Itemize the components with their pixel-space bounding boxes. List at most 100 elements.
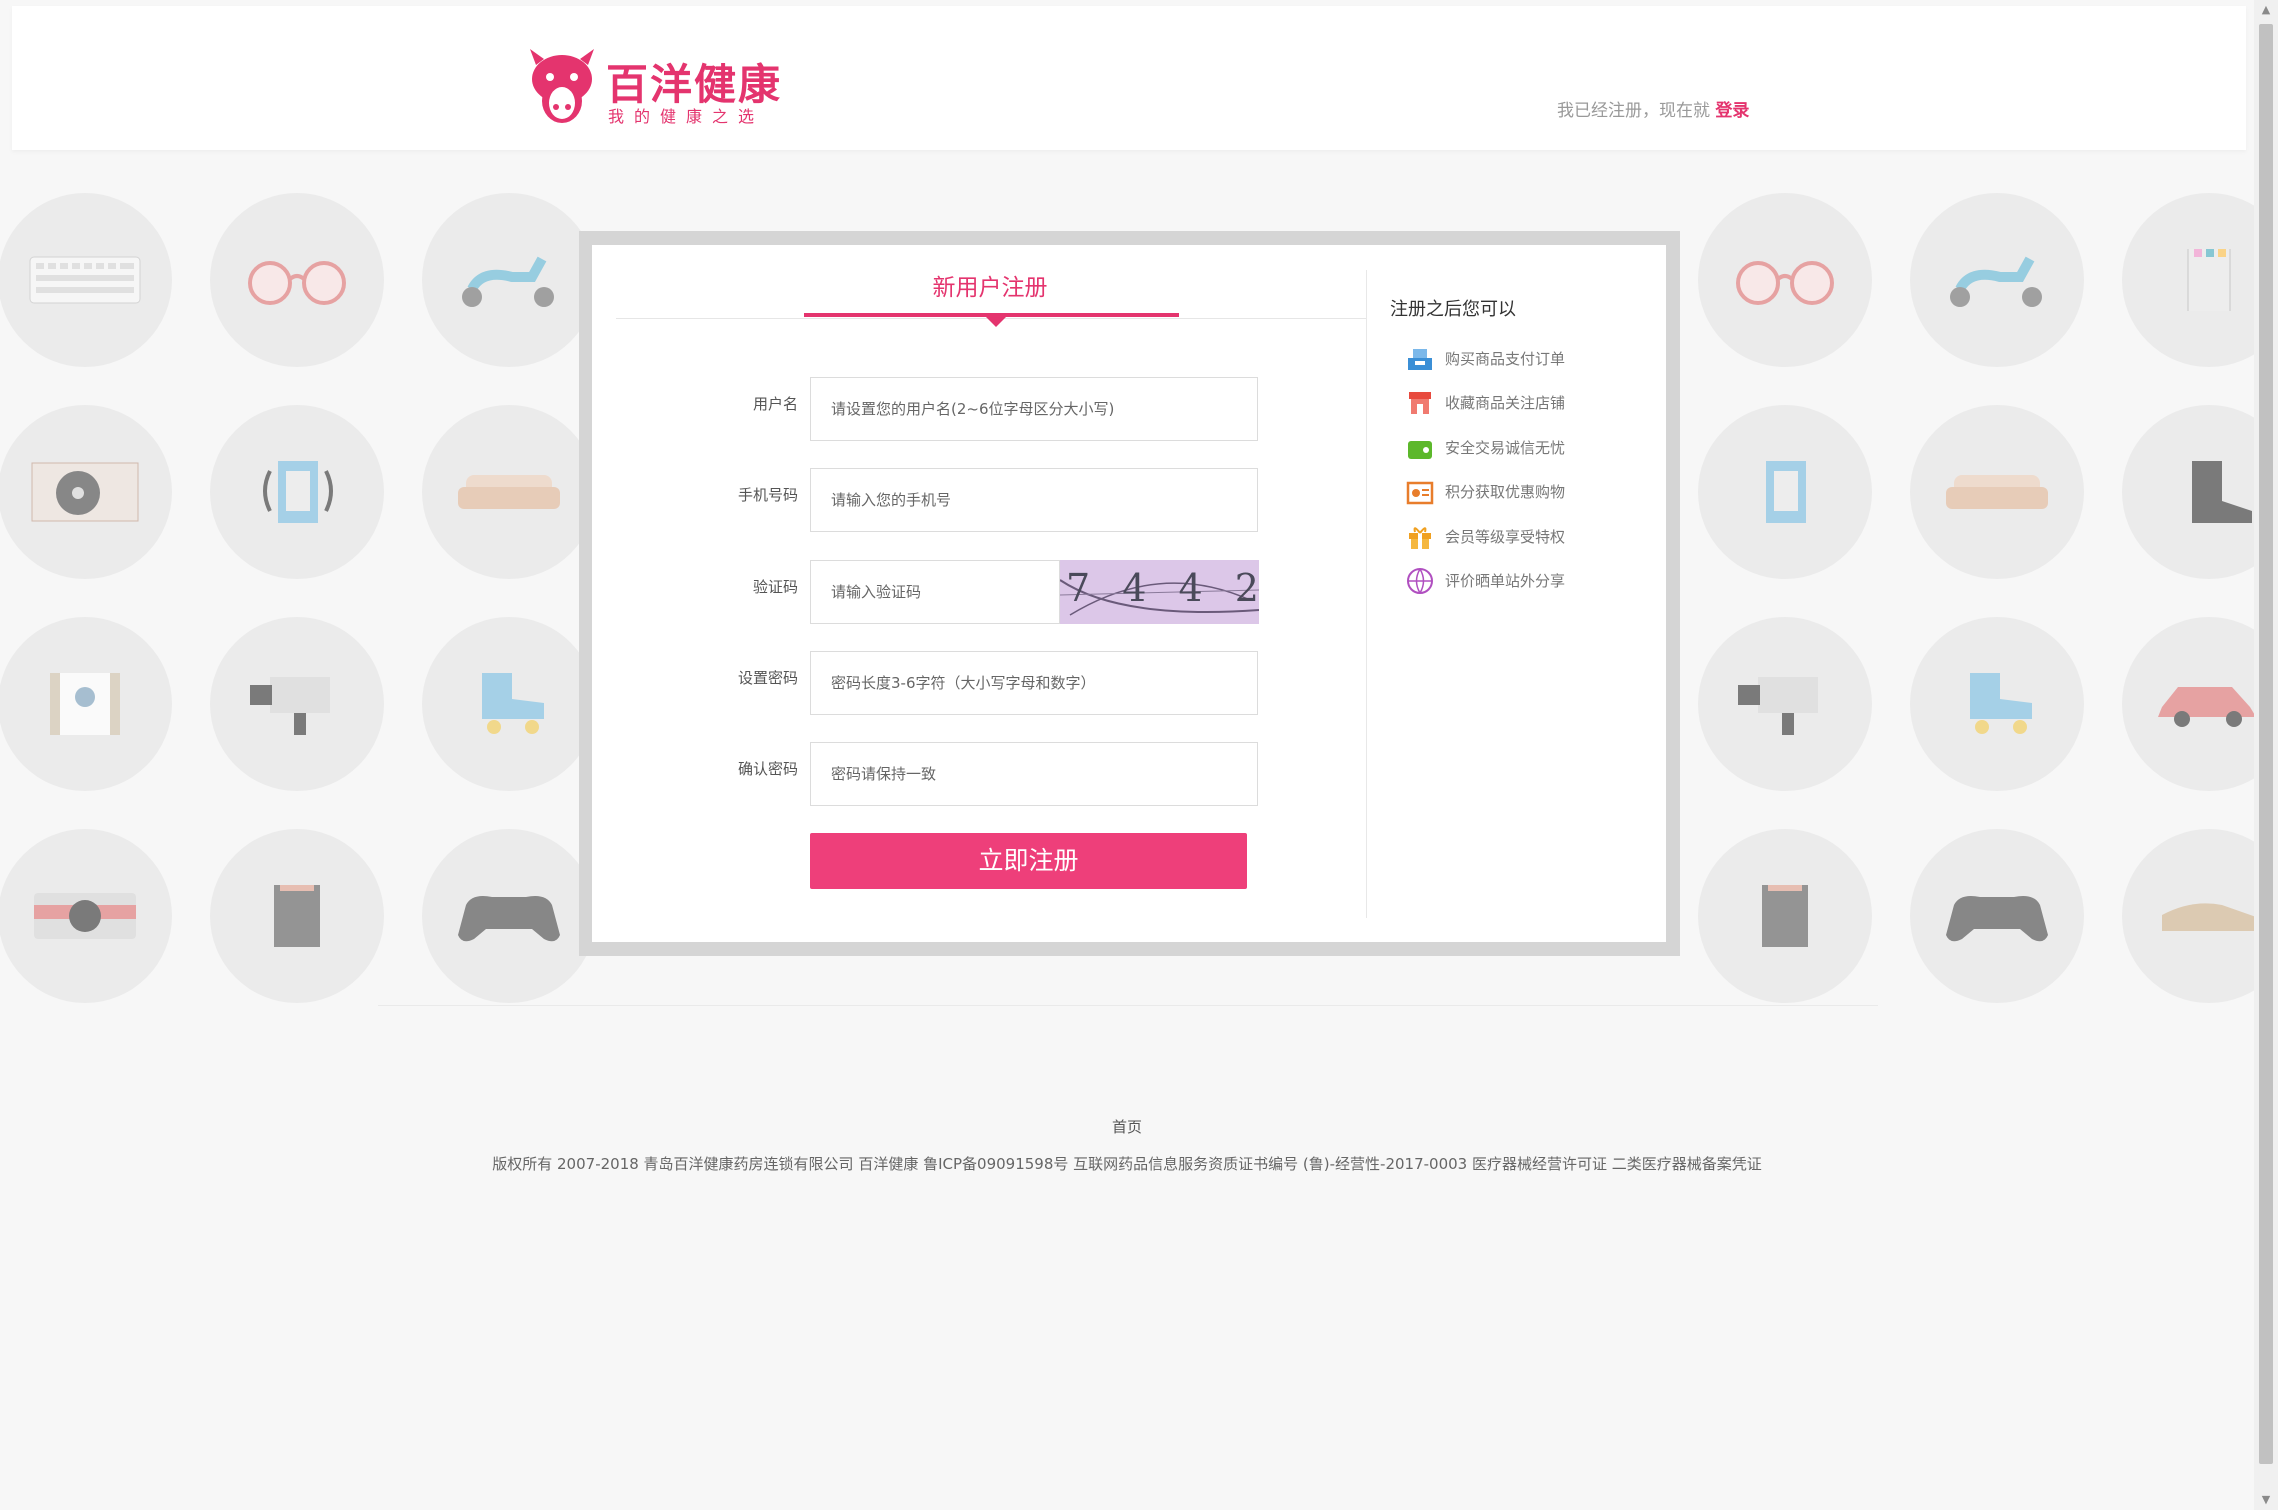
cash-register-icon: [1408, 349, 1432, 370]
brand-logo[interactable]: 百洋健康 我的健康之选: [522, 43, 780, 127]
calculator-icon: [1762, 885, 1808, 947]
bg-car-circle: [2122, 617, 2254, 791]
login-prompt-text: 我已经注册，现在就: [1557, 101, 1710, 121]
bg-keyboard-circle: [0, 193, 172, 367]
car-icon: [2158, 687, 2254, 727]
glasses-icon: [1736, 261, 1834, 305]
benefit-item: 收藏商品关注店铺: [1405, 386, 1625, 420]
bg-sofa-circle-2: [1910, 405, 2084, 579]
scroll-up-arrow-icon[interactable]: ▲: [2254, 0, 2278, 20]
bg-gamepad-circle-2: [1910, 829, 2084, 1003]
bg-scooter-circle: [422, 193, 596, 367]
password-input[interactable]: [811, 652, 1257, 714]
wallet-icon: [1408, 441, 1432, 459]
captcha-label: 验证码: [752, 578, 798, 596]
benefit-item: 购买商品支付订单: [1405, 342, 1625, 376]
phone-row: 手机号码: [680, 468, 1260, 534]
confirm-password-input[interactable]: [811, 743, 1257, 805]
confirm-password-label: 确认密码: [737, 760, 798, 778]
password-row: 设置密码: [680, 651, 1260, 717]
scrollbar-thumb[interactable]: [2259, 24, 2273, 1464]
benefit-label: 安全交易诚信无忧: [1445, 439, 1566, 457]
username-label: 用户名: [752, 395, 798, 413]
bg-glasses-circle-2: [1698, 193, 1872, 367]
sofa-icon: [1946, 475, 2048, 509]
phone-label: 手机号码: [737, 486, 798, 504]
bg-sofa-circle: [422, 405, 596, 579]
roller-skate-icon: [1970, 673, 2032, 734]
roller-skate-icon: [482, 673, 544, 734]
bg-skate-circle-2: [1910, 617, 2084, 791]
bg-scooter-circle-2: [1910, 193, 2084, 367]
walkman-icon: [1766, 461, 1806, 523]
benefit-item: 安全交易诚信无忧: [1405, 431, 1625, 465]
username-row: 用户名: [680, 377, 1260, 443]
benefits-title: 注册之后您可以: [1390, 299, 1516, 320]
benefit-label: 会员等级享受特权: [1445, 528, 1566, 546]
store-icon: [1409, 392, 1431, 414]
footer-copyright: 版权所有 2007-2018 青岛百洋健康药房连锁有限公司 百洋健康 鲁ICP备…: [492, 1155, 1762, 1173]
bg-boot-circle: [2122, 405, 2254, 579]
bg-walkman-circle: [210, 405, 384, 579]
password-label: 设置密码: [737, 669, 798, 687]
calculator-icon: [274, 885, 320, 947]
bg-turntable-circle: [0, 405, 172, 579]
benefit-label: 评价晒单站外分享: [1445, 572, 1566, 590]
boot-icon: [2192, 461, 2252, 523]
register-submit-button[interactable]: 立即注册: [810, 833, 1247, 889]
bg-calculator-circle: [210, 829, 384, 1003]
captcha-image[interactable]: 7 4 4 2: [1060, 560, 1259, 624]
tab-new-user-register[interactable]: 新用户注册: [804, 268, 1176, 302]
shoe-icon: [2162, 903, 2254, 931]
brand-slogan: 我的健康之选: [608, 107, 765, 126]
points-icon: [1406, 481, 1434, 505]
keyboard-icon: [29, 256, 141, 304]
site-header: 百洋健康 我的健康之选 我已经注册，现在就 登录: [12, 6, 2246, 150]
bg-walkman-circle-2: [1698, 405, 1872, 579]
scooter-icon: [1950, 256, 2042, 307]
share-globe-icon: [1407, 568, 1433, 594]
benefit-item: 积分获取优惠购物: [1405, 475, 1625, 509]
bg-camcorder-circle-2: [1698, 617, 1872, 791]
camcorder-icon: [1738, 677, 1818, 735]
username-input-box: [810, 377, 1258, 441]
benefit-label: 购买商品支付订单: [1445, 350, 1566, 368]
camcorder-icon: [250, 677, 330, 735]
footer-home-link[interactable]: 首页: [0, 1116, 2254, 1137]
bg-camcorder-circle: [210, 617, 384, 791]
camera-icon: [34, 893, 136, 939]
bg-camera-circle: [0, 829, 172, 1003]
bg-skate-circle: [422, 617, 596, 791]
confirm-password-input-box: [810, 742, 1258, 806]
walkman-icon: [263, 461, 333, 523]
glasses-icon: [248, 261, 346, 305]
sofa-icon: [458, 475, 560, 509]
phone-input[interactable]: [811, 469, 1257, 531]
gamepad-icon: [1946, 896, 2048, 942]
scooter-icon: [462, 256, 554, 307]
bg-phone-circle: [2122, 193, 2254, 367]
gamepad-icon: [458, 896, 560, 942]
bg-shoe-circle: [2122, 829, 2254, 1003]
captcha-input[interactable]: [811, 561, 1059, 623]
footer-divider: [378, 1005, 1878, 1006]
gift-icon: [1409, 527, 1431, 549]
password-input-box: [810, 651, 1258, 715]
benefit-label: 积分获取优惠购物: [1445, 483, 1566, 501]
turntable-icon: [31, 462, 139, 522]
benefit-item: 评价晒单站外分享: [1405, 564, 1625, 598]
bg-gamepad-circle: [422, 829, 596, 1003]
vertical-scrollbar[interactable]: ▲ ▼: [2254, 0, 2278, 1510]
login-link[interactable]: 登录: [1715, 101, 1749, 121]
phone-icon: [2187, 249, 2231, 311]
scroll-down-arrow-icon[interactable]: ▼: [2254, 1490, 2278, 1510]
bg-glasses-circle: [210, 193, 384, 367]
tab-caret-icon: [986, 317, 1006, 327]
confirm-password-row: 确认密码: [680, 742, 1260, 808]
captcha-text: 7 4 4 2: [1066, 566, 1259, 610]
camel-mascot-icon: [530, 49, 594, 123]
benefit-item: 会员等级享受特权: [1405, 520, 1625, 554]
bg-calculator-circle-2: [1698, 829, 1872, 1003]
username-input[interactable]: [811, 378, 1257, 440]
bg-frame-circle: [0, 617, 172, 791]
